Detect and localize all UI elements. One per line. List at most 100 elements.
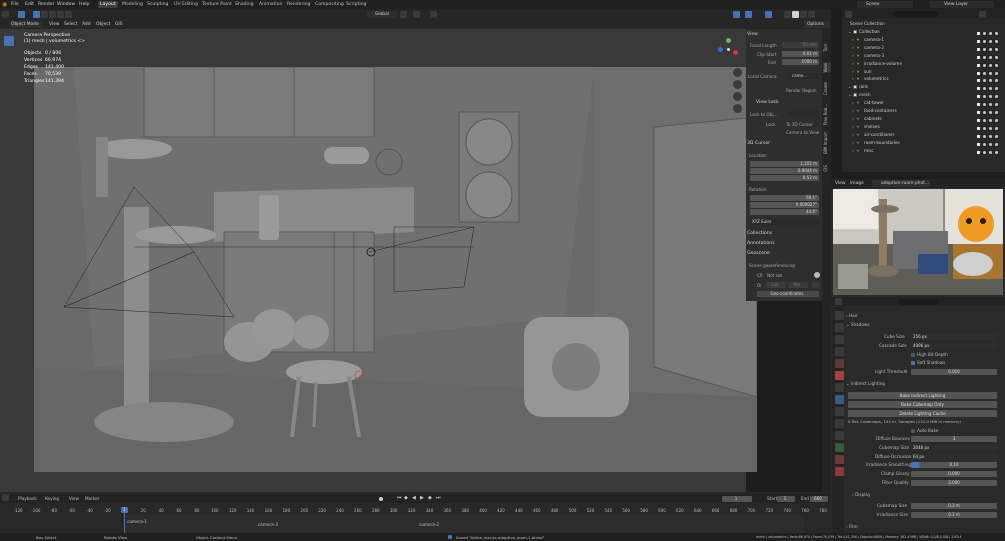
workspace-tab-compositing[interactable]: Compositing xyxy=(313,1,346,8)
mode-invert-icon[interactable] xyxy=(57,11,64,18)
play-reverse-icon[interactable]: ◀ xyxy=(412,496,416,501)
clip-end-field[interactable]: 1000 m xyxy=(782,59,819,65)
rotation-mode-dropdown[interactable]: XYZ Euler xyxy=(750,219,819,225)
visibility-toggles[interactable] xyxy=(977,101,1003,107)
workspace-tab-rendering[interactable]: Rendering xyxy=(285,1,312,8)
scale-tool-icon[interactable] xyxy=(4,94,14,104)
panel-indirect-lighting[interactable]: ⌄ Indirect Lighting xyxy=(846,380,885,388)
irradiance-smoothing-slider[interactable]: 0.10 xyxy=(911,462,997,468)
record-icon[interactable] xyxy=(379,497,383,501)
workspace-tab-modeling[interactable]: Modeling xyxy=(120,1,145,8)
visibility-toggles[interactable] xyxy=(977,38,1003,43)
prev-key-icon[interactable]: ◆ xyxy=(404,496,408,501)
timeline-menu-view[interactable]: View xyxy=(69,496,79,501)
visibility-toggles[interactable] xyxy=(977,46,1003,51)
origin-lat-field[interactable]: Lat xyxy=(766,282,786,288)
playhead-frame-label[interactable]: 1 xyxy=(121,507,128,513)
outliner-item[interactable]: ⌄ ▣ Collection xyxy=(842,28,1005,36)
workspace-tab-scripting[interactable]: Scripting xyxy=(344,1,368,8)
next-key-icon[interactable]: ◆ xyxy=(428,496,432,501)
expand-toggle-icon[interactable]: › xyxy=(852,44,854,52)
timeline-editor-icon[interactable] xyxy=(2,494,9,501)
menu-edit[interactable]: Edit xyxy=(25,1,34,8)
outliner-item[interactable]: › ▾ camera-1 xyxy=(842,36,1005,44)
scene-properties-icon[interactable] xyxy=(835,359,844,368)
outliner-item[interactable]: › ▾ volumetrics xyxy=(842,75,1005,83)
proportional-edit-icon[interactable] xyxy=(430,11,437,18)
jump-end-icon[interactable]: ⏭ xyxy=(436,496,441,501)
sidebar-tab-create[interactable]: Create xyxy=(823,82,831,95)
cursor-rot-x-field[interactable]: 69.1° xyxy=(750,195,819,201)
jump-start-icon[interactable]: ⏮ xyxy=(397,496,402,501)
add-cube-tool-icon[interactable] xyxy=(4,152,14,162)
section-3d-cursor[interactable]: 3D Cursor xyxy=(747,140,770,148)
viewport-menu-gis[interactable]: GIS xyxy=(115,21,122,28)
clip-start-field[interactable]: 0.01 m xyxy=(782,51,819,57)
pivot-icon[interactable] xyxy=(400,11,407,18)
select-tool-icon[interactable] xyxy=(4,36,14,46)
annotate-tool-icon[interactable] xyxy=(4,124,14,134)
render-properties-icon[interactable] xyxy=(835,323,844,332)
outliner-item[interactable]: › ▾ sun xyxy=(842,68,1005,76)
mode-subtract-icon[interactable] xyxy=(49,11,56,18)
visibility-toggles[interactable] xyxy=(977,85,1003,91)
perspective-toggle-icon[interactable] xyxy=(733,104,742,113)
pan-icon[interactable] xyxy=(733,80,742,89)
expand-toggle-icon[interactable]: › xyxy=(852,75,854,83)
lock-to-3d-cursor-checkbox[interactable]: To 3D Cursor xyxy=(786,122,813,127)
collection-properties-icon[interactable] xyxy=(835,383,844,392)
visibility-toggles[interactable] xyxy=(977,54,1003,59)
origin-lon-field[interactable]: Pro xyxy=(788,282,808,288)
viewport-menu-object[interactable]: Object xyxy=(96,21,110,28)
cubemap-size-dropdown[interactable]: 2048 px xyxy=(911,445,997,451)
current-frame-field[interactable]: 1 xyxy=(722,496,752,502)
section-view-lock[interactable]: View Lock xyxy=(756,99,779,107)
rotate-tool-icon[interactable] xyxy=(4,80,14,90)
workspace-tab-shading[interactable]: Shading xyxy=(233,1,256,8)
xray-icon[interactable] xyxy=(765,11,772,18)
expand-toggle-icon[interactable]: ⌄ xyxy=(848,91,852,99)
geo-coordinates-button[interactable]: Geo-coordinates xyxy=(757,291,819,297)
render-region-checkbox[interactable]: Render Region xyxy=(786,88,817,93)
timeline-menu-marker[interactable]: Marker xyxy=(85,496,99,501)
outliner-item[interactable]: › ▾ cabinets xyxy=(842,115,1005,123)
menu-file[interactable]: File xyxy=(11,1,19,8)
panel-shadows[interactable]: ⌄ Shadows xyxy=(846,321,870,329)
marker-camera-2[interactable]: camera-2 xyxy=(419,522,439,527)
world-properties-icon[interactable] xyxy=(835,371,844,380)
viewport-menu-select[interactable]: Select xyxy=(64,21,78,28)
workspace-tab-animation[interactable]: Animation xyxy=(257,1,284,8)
blender-logo-icon[interactable]: ◉ xyxy=(2,1,9,8)
tool-properties-icon[interactable] xyxy=(835,311,844,320)
workspace-tab-uv-editing[interactable]: UV Editing xyxy=(172,1,200,8)
visibility-toggles[interactable] xyxy=(977,30,1003,35)
menu-window[interactable]: Window xyxy=(57,1,75,8)
display-cubemap-size-field[interactable]: 0.3 m xyxy=(911,503,997,509)
constraints-properties-icon[interactable] xyxy=(835,443,844,452)
cursor-rot-z-field[interactable]: 44.6° xyxy=(750,209,819,215)
section-geoscene[interactable]: Geoscene xyxy=(747,250,770,258)
outliner-item[interactable]: › ▾ food-containers xyxy=(842,107,1005,115)
clamp-glossy-field[interactable]: 0.000 xyxy=(911,471,997,477)
timeline-menu-keying[interactable]: Keying xyxy=(45,496,59,501)
cube-size-dropdown[interactable]: 256 px xyxy=(911,334,997,340)
cursor-loc-z-field[interactable]: 0.52 m xyxy=(750,175,819,181)
display-irradiance-size-field[interactable]: 0.1 m xyxy=(911,512,997,518)
play-icon[interactable]: ▶ xyxy=(420,496,424,501)
cursor-loc-x-field[interactable]: 1.202 m xyxy=(750,161,819,167)
outliner-item[interactable]: › ▾ room-boundaries xyxy=(842,139,1005,147)
mode-new-icon[interactable] xyxy=(33,11,40,18)
data-properties-icon[interactable] xyxy=(835,455,844,464)
mode-intersect-icon[interactable] xyxy=(65,11,72,18)
expand-toggle-icon[interactable]: › xyxy=(852,99,854,107)
outliner-item[interactable]: › ▾ cat-tower xyxy=(842,99,1005,107)
expand-toggle-icon[interactable]: › xyxy=(852,68,854,76)
light-threshold-field[interactable]: 0.010 xyxy=(911,369,997,375)
visibility-toggles[interactable] xyxy=(977,77,1003,83)
outliner-item[interactable]: ⌄ ▣ mesh xyxy=(842,91,1005,99)
outliner-item[interactable]: › ▾ camera-3 xyxy=(842,52,1005,60)
sidebar-tab-plan[interactable]: Plan Rob... xyxy=(823,104,831,125)
expand-toggle-icon[interactable]: › xyxy=(852,123,854,131)
properties-search-input[interactable] xyxy=(899,299,939,305)
viewport-gizmo-icon[interactable] xyxy=(733,11,740,18)
